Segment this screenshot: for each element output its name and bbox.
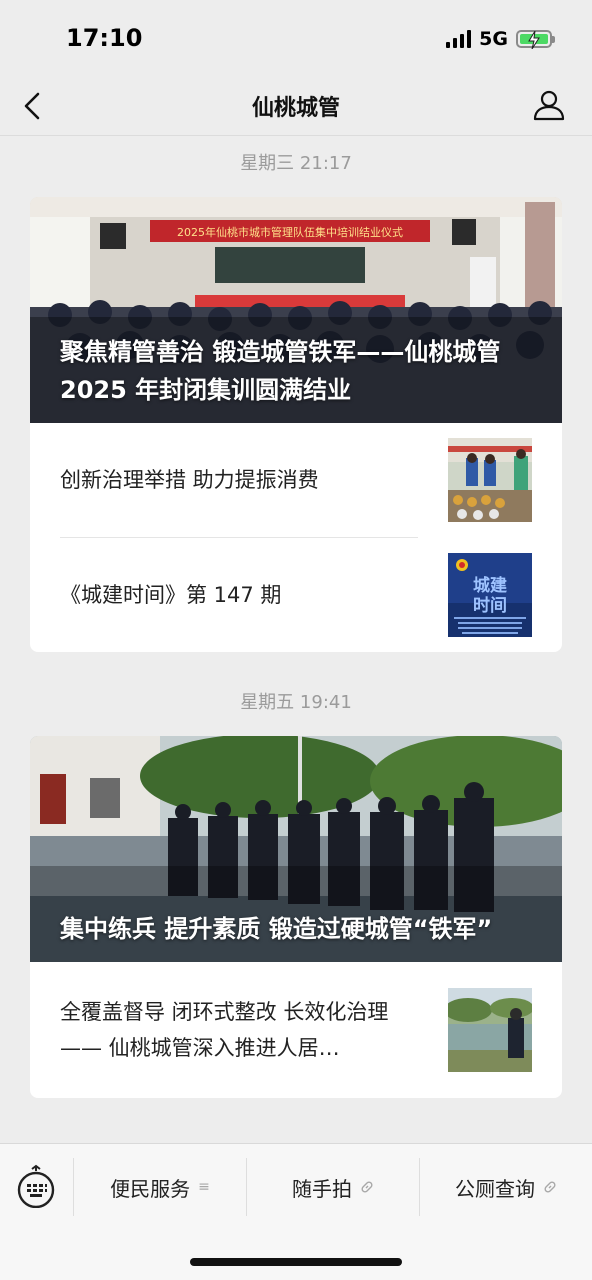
person-icon <box>533 90 565 121</box>
battery-icon <box>516 30 555 49</box>
article-list-item[interactable]: 创新治理举措 助力提振消费 <box>30 423 562 537</box>
article-card: 2025年仙桃市城市管理队伍集中培训结业仪式 聚焦精管善治 锻造城管铁军——仙桃… <box>30 197 562 652</box>
hero-article[interactable]: 2025年仙桃市城市管理队伍集中培训结业仪式 聚焦精管善治 锻造城管铁军——仙桃… <box>30 197 562 423</box>
market-stall-image <box>448 438 532 522</box>
article-thumbnail <box>448 438 532 522</box>
timestamp: 星期五 19:41 <box>240 692 352 713</box>
nav-bar: 仙桃城管 <box>0 76 592 136</box>
status-time: 17:10 <box>66 24 143 52</box>
svg-text:时间: 时间 <box>473 595 507 616</box>
menu-item-label: 随手拍 <box>292 1176 352 1201</box>
menu-item-quick-photo[interactable]: 随手拍 <box>247 1158 419 1216</box>
status-bar: 17:10 5G <box>0 0 592 76</box>
hero-title: 集中练兵 提升素质 锻造过硬城管“铁军” <box>60 915 493 943</box>
keyboard-toggle-button[interactable] <box>16 1164 56 1209</box>
profile-button[interactable] <box>532 88 566 122</box>
menu-item-convenience-services[interactable]: 便民服务 ≡ <box>74 1158 246 1216</box>
article-list-item[interactable]: 全覆盖督导 闭环式整改 长效化治理—— 仙桃城管深入推进人居… <box>30 962 562 1098</box>
status-indicators: 5G <box>446 28 555 50</box>
river-inspection-image <box>448 988 532 1072</box>
article-title: 《城建时间》第 147 期 <box>60 583 282 607</box>
hero-article[interactable]: 集中练兵 提升素质 锻造过硬城管“铁军” <box>30 736 562 962</box>
menu-item-toilet-lookup[interactable]: 公厕查询 <box>420 1158 592 1216</box>
home-indicator[interactable] <box>190 1258 402 1266</box>
keyboard-icon <box>17 1164 55 1209</box>
network-type: 5G <box>479 28 508 50</box>
link-icon <box>544 1181 556 1193</box>
menu-item-label: 便民服务 <box>110 1176 191 1201</box>
link-icon <box>361 1181 373 1193</box>
article-title: 创新治理举措 助力提振消费 <box>60 468 319 492</box>
hero-title: 聚焦精管善治 锻造城管铁军——仙桃城管 2025 年封闭集训圆满结业 <box>60 338 501 404</box>
timestamp: 星期三 21:17 <box>240 153 352 174</box>
article-thumbnail: 城建 时间 <box>448 553 532 637</box>
signal-icon <box>446 30 472 48</box>
article-list-item[interactable]: 《城建时间》第 147 期 城建 时间 <box>30 538 562 652</box>
city-construction-time-image: 城建 时间 <box>448 553 532 637</box>
svg-text:城建: 城建 <box>473 575 507 596</box>
article-card: 集中练兵 提升素质 锻造过硬城管“铁军” 全覆盖督导 闭环式整改 长效化治理——… <box>30 736 562 1098</box>
article-title: 全覆盖督导 闭环式整改 长效化治理—— 仙桃城管深入推进人居… <box>60 1000 389 1060</box>
page-title: 仙桃城管 <box>251 96 340 121</box>
hero-banner-text: 2025年仙桃市城市管理队伍集中培训结业仪式 <box>177 225 403 239</box>
message-feed[interactable]: 星期三 21:17 2025年仙桃市城市管理队伍集中培训结业仪式 聚焦精管善治 … <box>0 137 592 1098</box>
menu-lines-icon: ≡ <box>198 1179 210 1195</box>
article-thumbnail <box>448 988 532 1072</box>
menu-item-label: 公厕查询 <box>455 1176 535 1201</box>
